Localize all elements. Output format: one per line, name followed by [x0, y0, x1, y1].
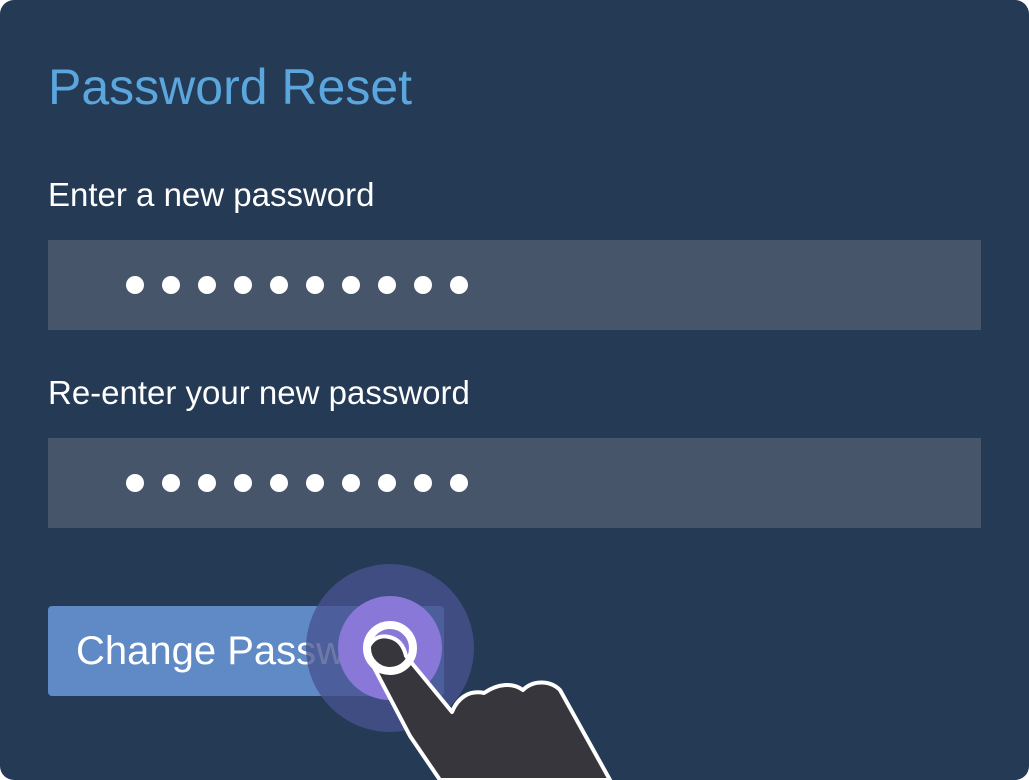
password-mask-dot [414, 276, 432, 294]
password-mask-dot [234, 276, 252, 294]
password-mask-dot [234, 474, 252, 492]
password-mask-dot [162, 276, 180, 294]
password-mask-dot [126, 474, 144, 492]
password-mask-dot [414, 474, 432, 492]
password-mask-dot [450, 276, 468, 294]
password-mask-dot [162, 474, 180, 492]
new-password-mask [126, 276, 468, 294]
password-mask-dot [198, 276, 216, 294]
password-mask-dot [378, 276, 396, 294]
confirm-password-mask [126, 474, 468, 492]
password-mask-dot [270, 276, 288, 294]
password-mask-dot [378, 474, 396, 492]
new-password-label: Enter a new password [48, 176, 375, 213]
change-password-button[interactable]: Change Password [48, 606, 444, 696]
confirm-password-field[interactable] [48, 438, 981, 528]
password-mask-dot [342, 276, 360, 294]
password-mask-dot [342, 474, 360, 492]
password-mask-dot [306, 276, 324, 294]
password-mask-dot [126, 276, 144, 294]
confirm-password-label: Re-enter your new password [48, 374, 470, 411]
password-reset-panel: Password Reset Enter a new password Re-e… [0, 0, 1029, 780]
password-mask-dot [450, 474, 468, 492]
password-mask-dot [306, 474, 324, 492]
new-password-field[interactable] [48, 240, 981, 330]
page-title: Password Reset [48, 59, 413, 115]
password-mask-dot [198, 474, 216, 492]
password-mask-dot [270, 474, 288, 492]
